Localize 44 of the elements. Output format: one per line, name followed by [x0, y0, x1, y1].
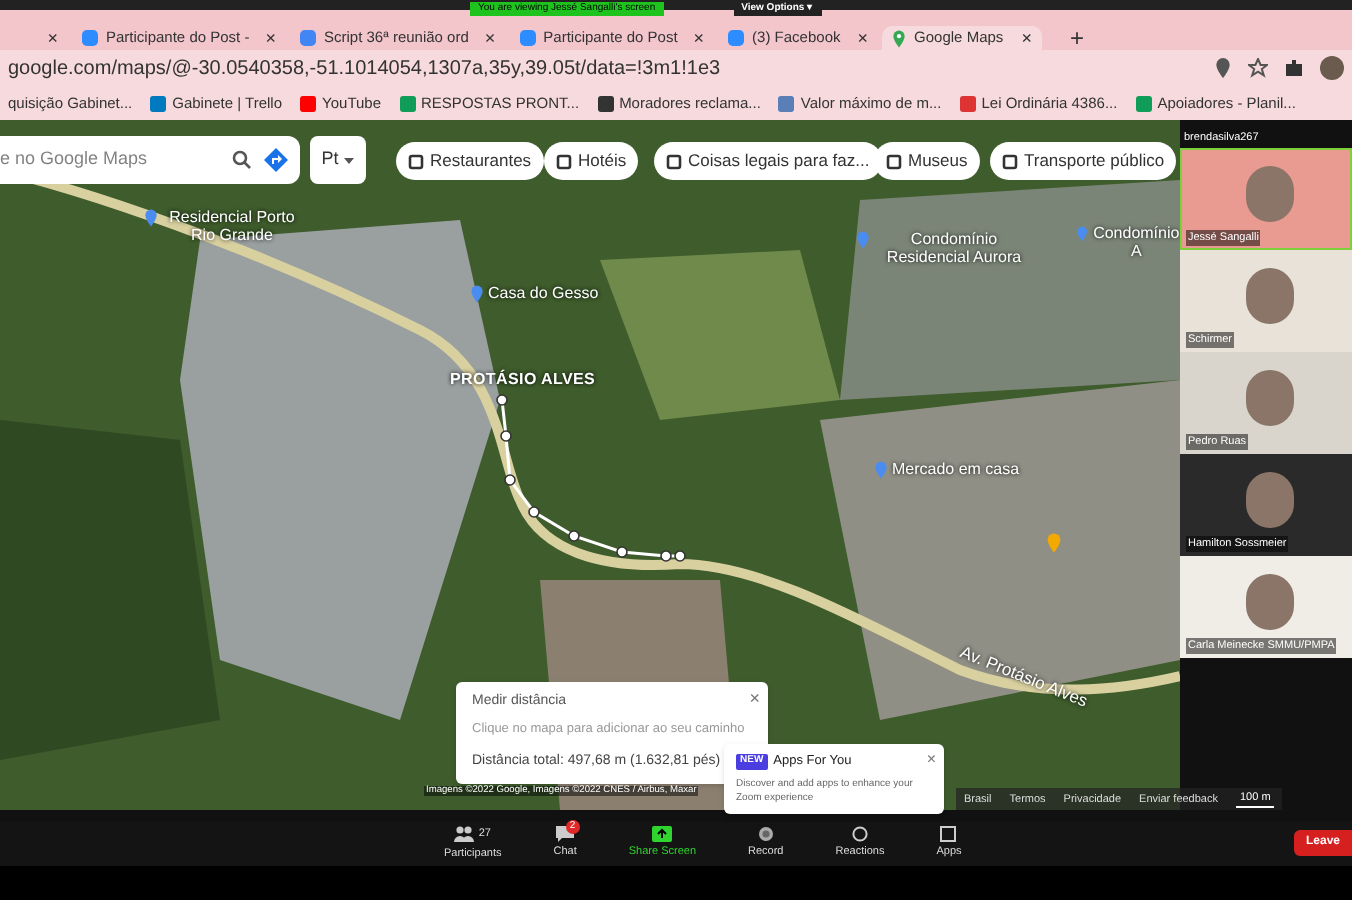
category-chip[interactable]: Coisas legais para faz... [654, 142, 882, 180]
close-button[interactable]: × [926, 748, 936, 772]
map-label[interactable]: Casa do Gesso [488, 284, 599, 302]
map-label[interactable]: Condomínio A [1092, 224, 1180, 260]
person-silhouette [1246, 574, 1294, 630]
bookmark-favicon-icon [1135, 95, 1152, 111]
search-icon[interactable] [232, 150, 252, 170]
star-icon[interactable] [1248, 58, 1268, 78]
directions-icon[interactable] [264, 148, 288, 172]
caret-icon [344, 157, 355, 163]
tab-favicon-icon [519, 30, 536, 46]
search-field[interactable]: e no Google Maps [0, 146, 220, 174]
people-icon [454, 826, 475, 843]
profile-avatar[interactable] [1320, 56, 1344, 80]
record-icon [757, 826, 774, 843]
map-pin-icon [892, 29, 907, 47]
person-silhouette [1246, 472, 1294, 528]
bookmark-favicon-icon [399, 95, 416, 111]
bookmark-favicon-icon [778, 95, 795, 111]
map-label[interactable]: PROTÁSIO ALVES [450, 368, 596, 392]
location-icon[interactable] [1214, 58, 1232, 78]
new-tab-button[interactable]: + [1070, 26, 1085, 50]
search-box[interactable]: e no Google Maps [0, 136, 300, 184]
tab-favicon-icon [299, 30, 316, 46]
person-silhouette [1246, 268, 1294, 324]
map-label[interactable]: Condomínio Residencial Aurora [874, 230, 1034, 266]
share-screen-icon [652, 826, 673, 843]
category-chip[interactable]: Transporte público [990, 142, 1177, 180]
map-pin-icon[interactable] [470, 284, 484, 304]
language-button[interactable]: Pt [310, 136, 366, 184]
person-silhouette [1246, 370, 1294, 426]
tab-favicon-icon [728, 30, 745, 46]
close-button[interactable]: × [749, 686, 760, 713]
category-chip[interactable]: Museus [874, 142, 980, 180]
bookmark-favicon-icon [597, 95, 614, 111]
bookmark-favicon-icon [959, 95, 976, 111]
bookmark-favicon-icon [150, 95, 167, 111]
map-pin-icon[interactable] [144, 208, 158, 228]
tab-favicon-icon [82, 30, 98, 46]
bookmark-favicon-icon [300, 95, 317, 111]
category-chip[interactable]: Hotéis [544, 142, 639, 180]
category-chip[interactable]: Restaurantes [396, 142, 544, 180]
person-silhouette [1246, 166, 1294, 222]
browser-tab[interactable]: × [0, 26, 68, 50]
